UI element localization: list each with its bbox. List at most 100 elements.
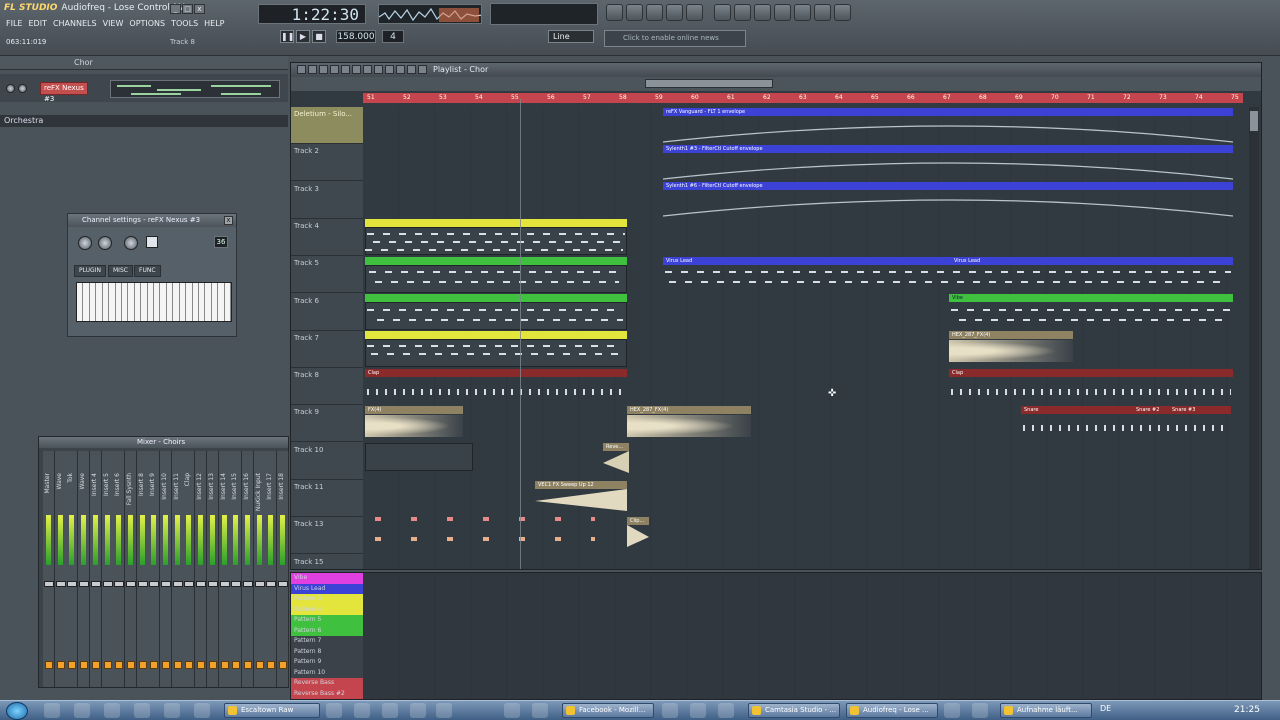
pattern-list-item[interactable]: Pattern 10 bbox=[291, 668, 363, 679]
snap-icon[interactable] bbox=[407, 65, 416, 74]
menu-edit[interactable]: EDIT bbox=[28, 19, 46, 31]
slip-tool-icon[interactable] bbox=[352, 65, 361, 74]
pattern-clip-green[interactable] bbox=[365, 294, 627, 302]
send-button[interactable] bbox=[173, 661, 182, 669]
automation-clip-vanguard[interactable]: reFX Vanguard - FLT 1 envelope bbox=[663, 108, 1233, 116]
volume-fader[interactable] bbox=[102, 581, 113, 587]
stop-button[interactable]: ■ bbox=[312, 30, 326, 43]
pattern-clip-virus-lead[interactable]: Virus Lead bbox=[663, 257, 951, 265]
app-icon[interactable] bbox=[354, 703, 370, 718]
mixer-channel[interactable]: Insert 8 bbox=[136, 451, 149, 687]
volume-fader[interactable] bbox=[278, 581, 288, 587]
pattern-clip-vibe[interactable]: Vibe bbox=[949, 294, 1233, 302]
track-header[interactable]: Track 8 bbox=[291, 368, 363, 406]
settings-icon[interactable] bbox=[814, 4, 831, 21]
app-icon[interactable] bbox=[194, 703, 210, 718]
send-button[interactable] bbox=[255, 661, 264, 669]
scrollbar-thumb[interactable] bbox=[1250, 111, 1258, 131]
playhead[interactable] bbox=[520, 99, 521, 569]
send-button[interactable] bbox=[232, 661, 241, 669]
volume-fader[interactable] bbox=[172, 581, 183, 587]
tab-func[interactable]: FUNC bbox=[134, 265, 161, 277]
pattern-list-item[interactable]: Pattern 8 bbox=[291, 647, 363, 658]
pattern-list-item[interactable]: Pattern 7 bbox=[291, 636, 363, 647]
app-icon[interactable] bbox=[164, 703, 180, 718]
menu-options[interactable]: OPTIONS bbox=[129, 19, 165, 31]
volume-fader[interactable] bbox=[266, 581, 277, 587]
track-header[interactable]: Deletium - Silo... bbox=[291, 107, 363, 144]
help-icon[interactable] bbox=[834, 4, 851, 21]
send-button[interactable] bbox=[56, 661, 65, 669]
play-button[interactable]: ▶ bbox=[296, 30, 310, 43]
select-tool-icon[interactable] bbox=[374, 65, 383, 74]
app-icon[interactable] bbox=[972, 703, 988, 718]
track-header[interactable]: Track 10 bbox=[291, 443, 363, 480]
track-header[interactable]: Track 5 bbox=[291, 256, 363, 294]
task-camtasia[interactable]: Camtasia Studio - ... bbox=[748, 703, 840, 718]
send-button[interactable] bbox=[185, 661, 194, 669]
mixer-channel[interactable]: Insert 13 bbox=[206, 451, 219, 687]
plugin-icon[interactable] bbox=[774, 4, 791, 21]
pattern-selector[interactable]: 4 bbox=[382, 30, 404, 43]
vertical-scrollbar[interactable] bbox=[1249, 107, 1259, 569]
save-icon[interactable] bbox=[734, 4, 751, 21]
mixer-channel[interactable]: Insert 17 bbox=[265, 451, 278, 687]
pitch-knob[interactable] bbox=[124, 236, 138, 250]
song-time-display[interactable]: 1:22:30 bbox=[258, 4, 366, 24]
mute-tool-icon[interactable] bbox=[341, 65, 350, 74]
pattern-list-item[interactable]: Pattern 9 bbox=[291, 657, 363, 668]
volume-fader[interactable] bbox=[44, 581, 54, 587]
mixer-channel[interactable]: NuKick Input bbox=[253, 451, 266, 687]
mixer-channel[interactable]: Insert 11 bbox=[171, 451, 184, 687]
volume-knob[interactable] bbox=[78, 236, 92, 250]
overview-icon[interactable] bbox=[418, 65, 427, 74]
volume-fader[interactable] bbox=[79, 581, 90, 587]
menu-help[interactable]: HELP bbox=[204, 19, 224, 31]
volume-fader[interactable] bbox=[254, 581, 265, 587]
audio-clip-hex-fx-2[interactable]: HEX_287_FX(4) bbox=[627, 406, 751, 414]
slice-tool-icon[interactable] bbox=[363, 65, 372, 74]
send-button[interactable] bbox=[197, 661, 206, 669]
volume-fader[interactable] bbox=[137, 581, 148, 587]
system-clock[interactable]: 21:25 bbox=[1234, 705, 1260, 715]
volume-fader[interactable] bbox=[114, 581, 125, 587]
close-button[interactable]: x bbox=[194, 4, 205, 14]
pattern-clip-yellow[interactable] bbox=[365, 219, 627, 227]
channel-rack-icon[interactable] bbox=[646, 4, 663, 21]
app-icon[interactable] bbox=[382, 703, 398, 718]
track-header[interactable]: Track 6 bbox=[291, 294, 363, 331]
audio-clip-reverse[interactable]: Reve... bbox=[603, 443, 629, 451]
volume-fader[interactable] bbox=[67, 581, 78, 587]
mixer-title[interactable]: Mixer - Choirs bbox=[39, 437, 288, 448]
playback-tool-icon[interactable] bbox=[396, 65, 405, 74]
app-icon[interactable] bbox=[532, 703, 548, 718]
automation-clip-sylenth6[interactable]: Sylenth1 #6 - FilterCtl Cutoff envelope bbox=[663, 182, 1233, 190]
mixer-channel[interactable]: Clap bbox=[183, 451, 196, 687]
volume-fader[interactable] bbox=[231, 581, 242, 587]
audio-clip-sweep[interactable]: VEC1 FX Sweep Up 12 bbox=[535, 481, 627, 489]
track-header[interactable]: Track 4 bbox=[291, 219, 363, 256]
send-button[interactable] bbox=[115, 661, 124, 669]
send-button[interactable] bbox=[220, 661, 229, 669]
channel-volume-knob[interactable] bbox=[6, 84, 15, 93]
pattern-clip-yellow[interactable] bbox=[365, 331, 627, 339]
volume-fader[interactable] bbox=[125, 581, 136, 587]
close-icon[interactable]: x bbox=[224, 216, 233, 225]
task-fl-studio[interactable]: Audiofreq - Lose ... bbox=[846, 703, 938, 718]
online-news-panel[interactable]: Click to enable online news bbox=[604, 30, 746, 47]
mixer-channel[interactable]: Insert 18 bbox=[277, 451, 289, 687]
pattern-list-item[interactable]: Pattern 5 bbox=[291, 615, 363, 626]
send-button[interactable] bbox=[68, 661, 77, 669]
track-header[interactable]: Track 3 bbox=[291, 182, 363, 219]
pattern-list-item[interactable]: Virus Lead bbox=[291, 583, 363, 594]
pattern-grid[interactable] bbox=[363, 577, 1243, 699]
minimize-button[interactable]: _ bbox=[170, 4, 181, 14]
maximize-button[interactable]: □ bbox=[182, 4, 193, 14]
pattern-clip-clap-2[interactable]: Clap bbox=[949, 369, 1233, 377]
mixer-channel[interactable]: Master bbox=[43, 451, 55, 687]
pattern-list-item[interactable]: Vibe bbox=[291, 573, 363, 584]
app-icon[interactable] bbox=[690, 703, 706, 718]
send-button[interactable] bbox=[150, 661, 159, 669]
send-button[interactable] bbox=[126, 661, 135, 669]
volume-fader[interactable] bbox=[161, 581, 171, 587]
